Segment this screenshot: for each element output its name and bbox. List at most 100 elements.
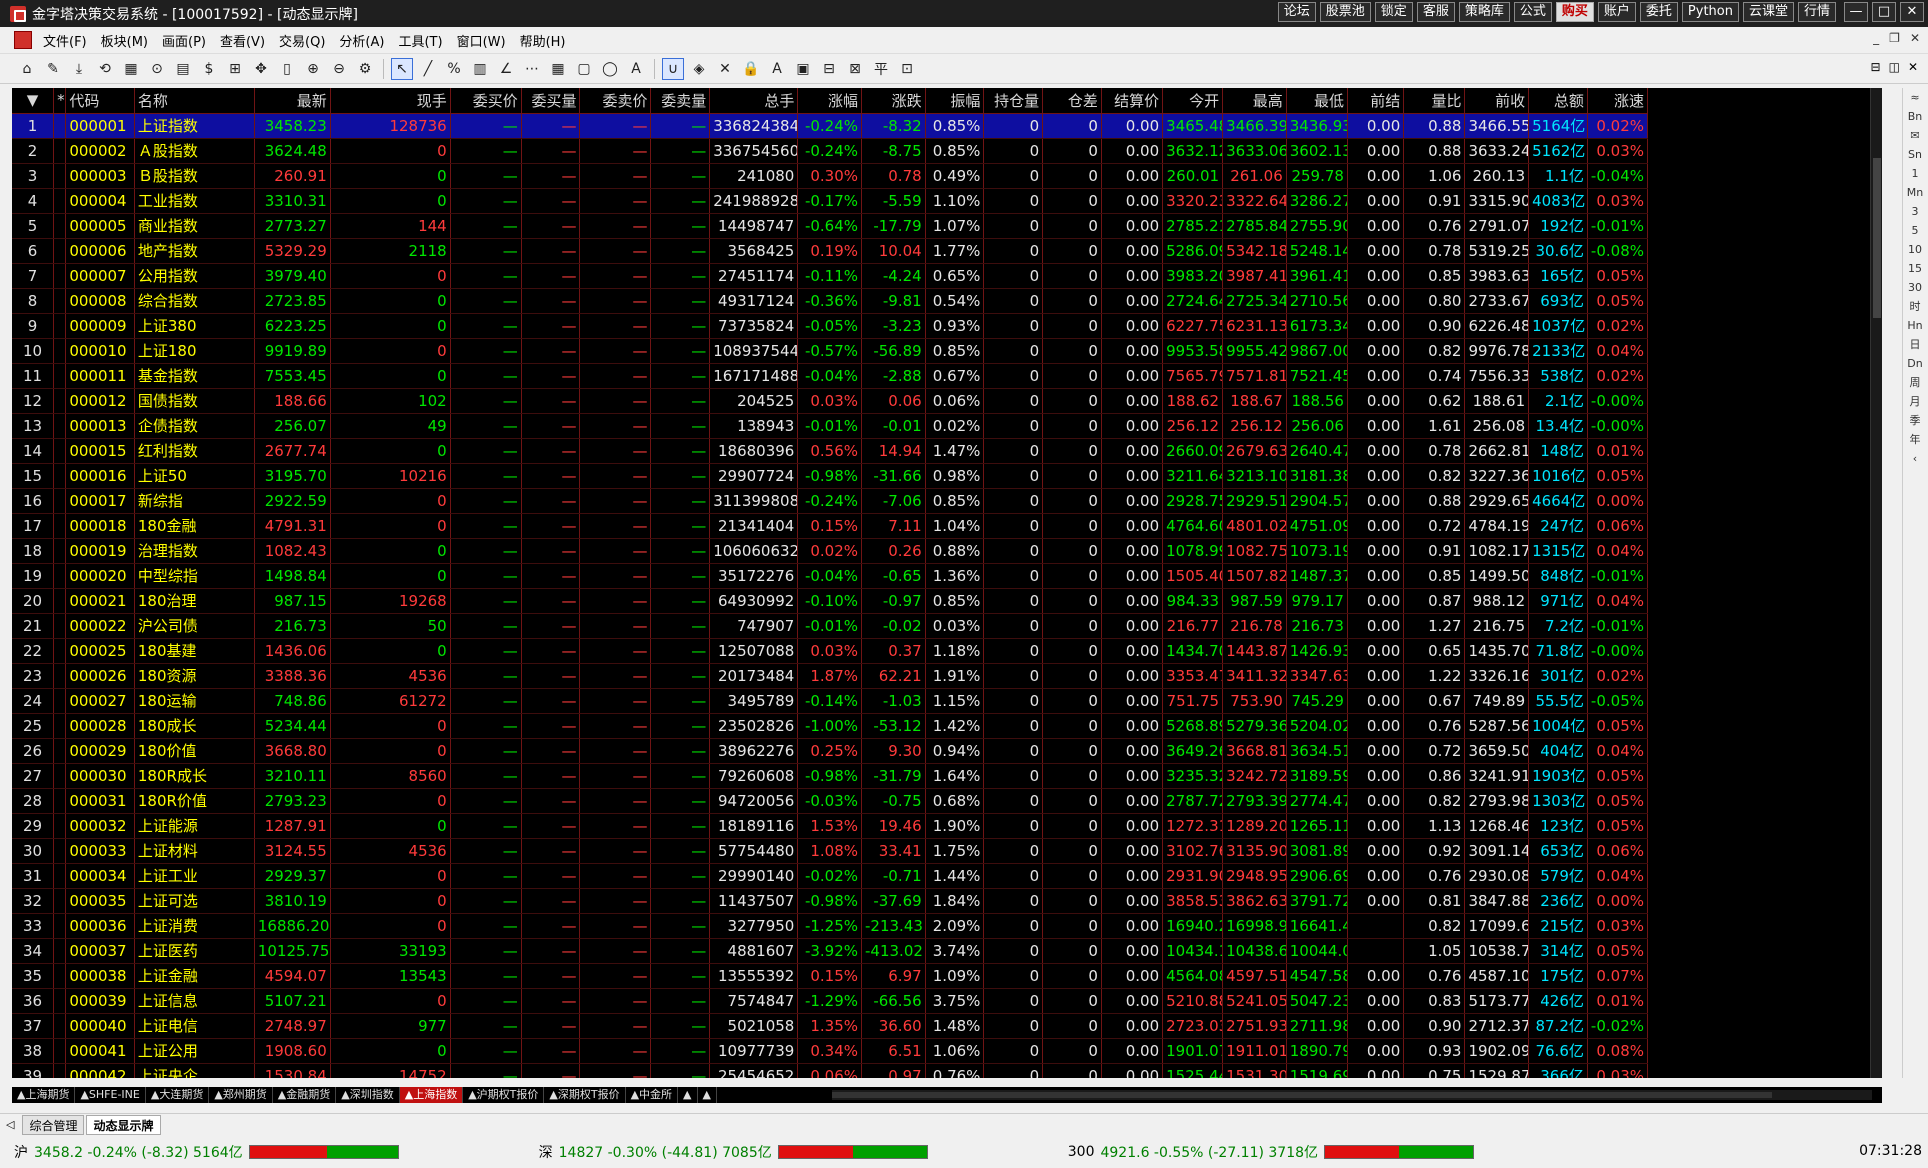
market-tab-4[interactable]: ▲金融期货 xyxy=(273,1087,337,1103)
window-tab-1[interactable]: 动态显示牌 xyxy=(86,1114,161,1135)
vertical-scroll-thumb[interactable] xyxy=(1873,158,1881,318)
period-button-6[interactable]: 3 xyxy=(1903,202,1927,221)
top-button-11[interactable]: 行情 xyxy=(1797,2,1836,22)
top-button-8[interactable]: 委托 xyxy=(1639,2,1678,22)
column-header-16[interactable]: 结算价 xyxy=(1101,88,1164,114)
menu-item-0[interactable]: 文件(F) xyxy=(36,31,94,50)
table-row[interactable]: 6 000006 地产指数 5329.29 2118— — — —3568425 0.19% 10… xyxy=(12,238,1649,264)
mdi-minimize-button[interactable]: _ xyxy=(1873,31,1879,45)
period-button-14[interactable]: Dn xyxy=(1903,354,1927,373)
menu-item-2[interactable]: 画面(P) xyxy=(155,31,213,50)
table-row[interactable]: 11 000011 基金指数 7553.45 0— — — —167171488 -0.04% -… xyxy=(12,363,1649,389)
table-row[interactable]: 18 000019 治理指数 1082.43 0— — — —106060632 0.02% 0.… xyxy=(12,538,1649,564)
column-header-19[interactable]: 最低 xyxy=(1286,88,1348,114)
menu-item-4[interactable]: 交易(Q) xyxy=(272,31,332,50)
window-tab-0[interactable]: 综合管理 xyxy=(22,1114,85,1135)
period-button-4[interactable]: 1 xyxy=(1903,164,1927,183)
menu-item-5[interactable]: 分析(A) xyxy=(332,31,391,50)
table-row[interactable]: 31 000034 上证工业 2929.37 0— — — —29990140 -0.02% -0… xyxy=(12,863,1649,889)
toolbar-tool-icon-5[interactable]: ⊙ xyxy=(146,58,168,80)
column-header-21[interactable]: 量比 xyxy=(1403,88,1466,114)
column-header-13[interactable]: 振幅 xyxy=(925,88,985,114)
table-row[interactable]: 1 000001 上证指数 3458.23 128736— — — —336824384 -0.… xyxy=(12,113,1649,139)
top-button-7[interactable]: 账户 xyxy=(1597,2,1636,22)
index-ticker-2[interactable]: 300 4921.6 -0.55% (-27.11) 3718亿 xyxy=(1068,1142,1475,1162)
market-tab-1[interactable]: ▲SHFE-INE xyxy=(75,1087,146,1103)
table-row[interactable]: 22 000025 180基建 1436.06 0— — — —12507088 0.03% 0.… xyxy=(12,638,1649,664)
toolbar-tool-icon-27[interactable]: 🔒 xyxy=(740,58,762,80)
table-row[interactable]: 9 000009 上证380 6223.25 0— — — —73735824 -0.05% -3… xyxy=(12,313,1649,339)
index-ticker-0[interactable]: 沪 3458.2 -0.24% (-8.32) 5164亿 xyxy=(14,1142,399,1162)
toolbar-tool-icon-16[interactable]: % xyxy=(443,58,465,80)
toolbar-tool-icon-28[interactable]: A xyxy=(766,58,788,80)
minimize-button[interactable]: — xyxy=(1844,2,1868,22)
toolbar-tool-icon-25[interactable]: ◈ xyxy=(688,58,710,80)
menu-app-icon[interactable] xyxy=(14,31,32,49)
toolbar-tool-icon-17[interactable]: ▥ xyxy=(469,58,491,80)
toolbar-tool-icon-22[interactable]: ◯ xyxy=(599,58,621,80)
period-button-9[interactable]: 15 xyxy=(1903,259,1927,278)
top-button-6[interactable]: 购买 xyxy=(1555,2,1594,22)
mdi-close-button[interactable]: ✕ xyxy=(1910,31,1920,45)
vertical-scrollbar[interactable] xyxy=(1870,88,1882,1078)
toolbar-tool-icon-13[interactable]: ⚙ xyxy=(354,58,376,80)
index-ticker-1[interactable]: 深 14827 -0.30% (-44.81) 7085亿 xyxy=(539,1142,928,1162)
market-tab-7[interactable]: ▲沪期权T报价 xyxy=(463,1087,545,1103)
column-header-7[interactable]: 委买量 xyxy=(521,88,581,114)
table-row[interactable]: 26 000029 180价值 3668.80 0— — — —38962276 0.25% 9.… xyxy=(12,738,1649,764)
table-row[interactable]: 27 000030 180R成长 3210.11 8560— — — —79260608 -0.… xyxy=(12,763,1649,789)
menu-item-8[interactable]: 帮助(H) xyxy=(513,31,573,50)
table-row[interactable]: 10 000010 上证180 9919.89 0— — — —108937544 -0.57%… xyxy=(12,338,1649,364)
market-tab-2[interactable]: ▲大连期货 xyxy=(146,1087,210,1103)
table-row[interactable]: 38 000041 上证公用 1908.60 0— — — —10977739 0.34% 6.5… xyxy=(12,1038,1649,1064)
tab-scroll-left-icon[interactable]: ◁ xyxy=(0,1118,20,1131)
toolbar-tool-icon-10[interactable]: ▯ xyxy=(276,58,298,80)
table-row[interactable]: 30 000033 上证材料 3124.55 4536— — — —57754480 1.08%… xyxy=(12,838,1649,864)
toolbar-tool-icon-6[interactable]: ▤ xyxy=(172,58,194,80)
top-button-10[interactable]: 云课堂 xyxy=(1742,2,1794,22)
column-header-14[interactable]: 持仓量 xyxy=(983,88,1044,114)
column-header-4[interactable]: 最新 xyxy=(254,88,331,114)
menu-item-6[interactable]: 工具(T) xyxy=(391,31,449,50)
period-button-12[interactable]: Hn xyxy=(1903,316,1927,335)
column-header-23[interactable]: 总额 xyxy=(1528,88,1588,114)
toolbar-tool-icon-21[interactable]: ▢ xyxy=(573,58,595,80)
toolbar-tool-icon-3[interactable]: ⟲ xyxy=(94,58,116,80)
toolbar-tool-icon-32[interactable]: 平 xyxy=(870,58,892,80)
toolbar-tool-icon-30[interactable]: ⊟ xyxy=(818,58,840,80)
toolbar-tool-icon-26[interactable]: ✕ xyxy=(714,58,736,80)
close-button[interactable]: ✕ xyxy=(1900,2,1924,22)
column-header-6[interactable]: 委买价 xyxy=(450,88,522,114)
toolbar-right-icon-1[interactable]: ◫ xyxy=(1889,60,1900,74)
table-row[interactable]: 28 000031 180R价值 2793.23 0— — — —94720056 -0.03%… xyxy=(12,788,1649,814)
menu-item-3[interactable]: 查看(V) xyxy=(213,31,272,50)
table-row[interactable]: 4 000004 工业指数 3310.31 0— — — —241988928 -0.17% -5… xyxy=(12,188,1649,214)
period-button-10[interactable]: 30 xyxy=(1903,278,1927,297)
table-row[interactable]: 12 000012 国债指数 188.66 102— — — —204525 0.03% 0.06… xyxy=(12,388,1649,414)
table-row[interactable]: 33 000036 上证消费 16886.20 0— — — —3277950 -1.25% -2… xyxy=(12,913,1649,939)
toolbar-tool-icon-14[interactable]: ↖ xyxy=(391,57,413,80)
top-button-3[interactable]: 客服 xyxy=(1416,2,1455,22)
toolbar-tool-icon-11[interactable]: ⊕ xyxy=(302,58,324,80)
market-tab-10[interactable]: ▲ xyxy=(678,1087,698,1103)
table-row[interactable]: 23 000026 180资源 3388.36 4536— — — —20173484 1.87… xyxy=(12,663,1649,689)
period-button-0[interactable]: ≈ xyxy=(1903,88,1927,107)
toolbar-tool-icon-23[interactable]: A xyxy=(625,58,647,80)
toolbar-tool-icon-18[interactable]: ∠ xyxy=(495,58,517,80)
column-header-8[interactable]: 委卖价 xyxy=(579,88,652,114)
table-row[interactable]: 36 000039 上证信息 5107.21 0— — — —7574847 -1.29% -66… xyxy=(12,988,1649,1014)
menu-item-7[interactable]: 窗口(W) xyxy=(450,31,513,50)
toolbar-tool-icon-19[interactable]: ⋯ xyxy=(521,58,543,80)
table-row[interactable]: 21 000022 沪公司债 216.73 50— — — —747907 -0.01% -0.0… xyxy=(12,613,1649,639)
column-header-24[interactable]: 涨速 xyxy=(1587,88,1649,114)
toolbar-tool-icon-33[interactable]: ⊡ xyxy=(896,58,918,80)
table-row[interactable]: 3 000003 Ｂ股指数 260.91 0— — — —241080 0.30% 0.78 0.4… xyxy=(12,163,1649,189)
column-header-5[interactable]: 现手 xyxy=(330,88,451,114)
toolbar-tool-icon-15[interactable]: ╱ xyxy=(417,58,439,80)
sort-arrow-icon[interactable]: ▼ xyxy=(12,88,55,114)
market-tab-5[interactable]: ▲深圳指数 xyxy=(336,1087,400,1103)
column-header-10[interactable]: 总手 xyxy=(709,88,799,114)
table-row[interactable]: 19 000020 中型综指 1498.84 0— — — —35172276 -0.04% -0… xyxy=(12,563,1649,589)
toolbar-tool-icon-9[interactable]: ✥ xyxy=(250,58,272,80)
column-header-2[interactable]: 代码 xyxy=(65,88,135,114)
